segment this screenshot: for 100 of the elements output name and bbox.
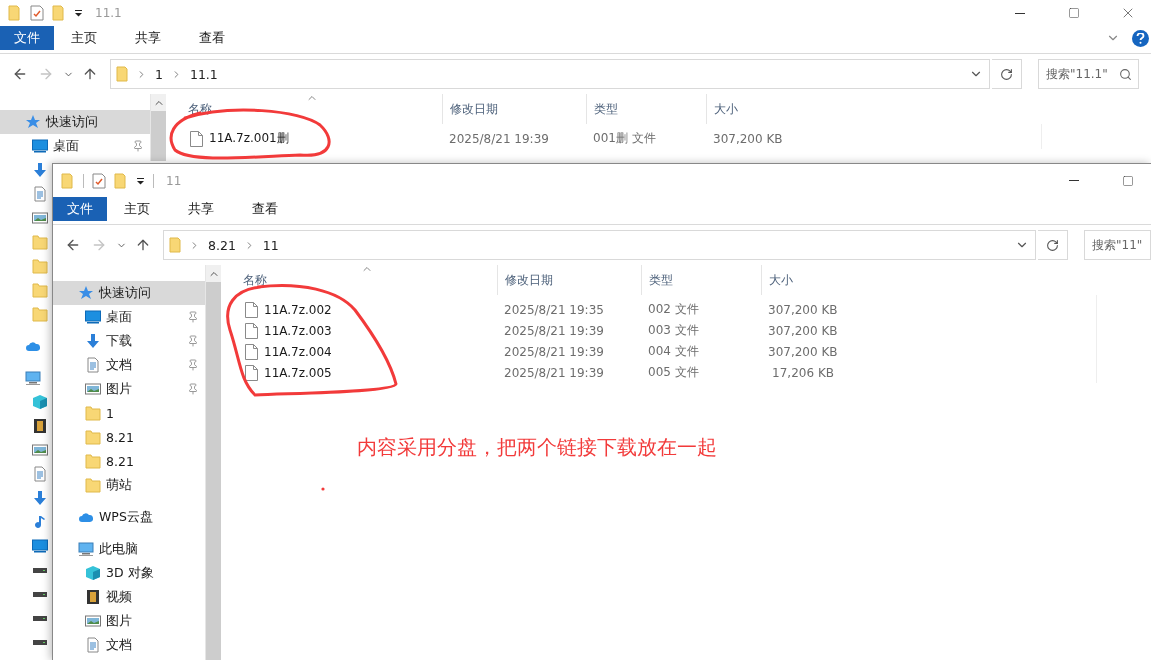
checked-document-icon[interactable]	[30, 5, 44, 21]
folder-icon[interactable]	[61, 172, 75, 189]
scrollbar[interactable]	[205, 265, 221, 660]
column-header[interactable]: 类型	[641, 265, 761, 295]
breadcrumb[interactable]: 11	[260, 237, 281, 253]
sidebar-item[interactable]: 视频	[53, 585, 205, 609]
sidebar-label: WPS云盘	[99, 508, 153, 526]
refresh-icon	[1046, 238, 1059, 252]
folder-icon	[85, 477, 101, 493]
size-cell-text: 17,206 KB	[771, 365, 835, 380]
ribbon-tab[interactable]: 主页	[111, 197, 163, 221]
column-header[interactable]: 修改日期	[497, 265, 641, 295]
scroll-up-button[interactable]	[206, 265, 221, 282]
folder-icon	[85, 429, 101, 445]
maximize-icon	[1122, 174, 1134, 187]
document-icon	[32, 186, 48, 202]
folder-icon	[85, 405, 101, 421]
folder-icon[interactable]	[52, 5, 66, 21]
ribbon-tab[interactable]: 查看	[239, 197, 291, 221]
cube-icon	[32, 394, 48, 410]
folder-icon	[116, 66, 130, 82]
music-note-icon	[32, 514, 48, 530]
address-bar[interactable]: 8.21 11	[163, 230, 1036, 260]
sidebar-label: 文档	[106, 636, 132, 654]
size-cell-text: 307,200 KB	[767, 344, 839, 359]
sidebar-item[interactable]: 此电脑	[53, 537, 205, 561]
folder-icon[interactable]	[114, 172, 128, 189]
ribbon-tab[interactable]: 共享	[122, 26, 174, 50]
sidebar-item[interactable]: 文档	[53, 633, 205, 657]
checked-document-icon[interactable]	[92, 172, 106, 189]
search-field[interactable]: 搜索"11.1"	[1038, 59, 1139, 89]
file-name-cell[interactable]: 11A.7z.004	[221, 343, 497, 360]
column-header[interactable]: 大小	[761, 265, 842, 295]
drive-icon	[32, 590, 48, 598]
sidebar-item[interactable]: 萌站	[53, 473, 205, 497]
sidebar-item[interactable]: 快速访问	[53, 281, 205, 305]
file-icon	[245, 322, 258, 339]
breadcrumb[interactable]: 11.1	[187, 66, 220, 82]
sidebar-item[interactable]: 文档	[53, 353, 205, 377]
scrollbar[interactable]	[150, 94, 166, 161]
sidebar-item[interactable]: 下载	[53, 329, 205, 353]
sidebar-item[interactable]: 3D 对象	[53, 561, 205, 585]
monitor-icon	[32, 538, 48, 554]
sidebar-item[interactable]: 8.21	[53, 425, 205, 449]
picture-icon	[32, 442, 48, 458]
refresh-button[interactable]	[992, 59, 1022, 89]
file-name-cell[interactable]: 11A.7z.001删	[166, 130, 442, 147]
sidebar-item[interactable]: 图片	[53, 609, 205, 633]
column-header[interactable]: 修改日期	[442, 94, 586, 124]
sidebar-item[interactable]: 快速访问	[0, 110, 150, 134]
forward-arrow-icon	[91, 237, 107, 253]
sidebar-label: 萌站	[106, 476, 132, 494]
dropdown-caret-icon[interactable]	[74, 9, 83, 17]
scroll-up-button[interactable]	[151, 94, 166, 111]
size-cell-text: 307,200 KB	[767, 323, 839, 338]
sidebar-label: 视频	[106, 588, 132, 606]
sidebar-label: 此电脑	[99, 540, 138, 558]
pin-icon	[187, 359, 199, 371]
ribbon-tab[interactable]: 文件	[0, 26, 54, 50]
ribbon-tab[interactable]: 查看	[186, 26, 238, 50]
folder-icon[interactable]	[8, 5, 22, 21]
sidebar-item[interactable]: 桌面	[53, 305, 205, 329]
column-header[interactable]: 大小	[706, 94, 787, 124]
annotation-text: 内容采用分盘，把两个链接下载放在一起	[357, 435, 717, 461]
sidebar-item[interactable]: 图片	[53, 377, 205, 401]
column-header[interactable]: 名称	[221, 265, 497, 295]
breadcrumb[interactable]: 1	[153, 66, 165, 82]
sidebar-label: 8.21	[106, 453, 134, 469]
document-icon	[85, 357, 101, 373]
ribbon-tab[interactable]: 共享	[175, 197, 227, 221]
help-icon[interactable]	[1132, 29, 1149, 47]
monitor-icon	[85, 309, 101, 325]
sidebar-label: 图片	[106, 380, 132, 398]
column-header[interactable]: 类型	[586, 94, 706, 124]
sidebar-item[interactable]: 8.21	[53, 449, 205, 473]
address-bar[interactable]: 1 11.1	[110, 59, 990, 89]
breadcrumb[interactable]: 8.21	[206, 237, 238, 253]
search-field[interactable]: 搜索"11"	[1084, 230, 1151, 260]
date-cell-text: 2025/8/21 19:39	[503, 344, 605, 359]
sidebar-item[interactable]: 1	[53, 401, 205, 425]
file-name-cell[interactable]: 11A.7z.005	[221, 364, 497, 381]
file-icon	[245, 364, 258, 381]
picture-icon	[85, 613, 101, 629]
back-arrow-icon	[65, 237, 81, 253]
dropdown-caret-icon[interactable]	[136, 176, 145, 185]
computer-icon	[78, 541, 94, 557]
sidebar-item[interactable]: WPS云盘	[53, 505, 205, 529]
file-name-cell[interactable]: 11A.7z.002	[221, 301, 497, 318]
file-icon	[245, 301, 258, 318]
document-icon	[32, 466, 48, 482]
sidebar-label: 8.21	[106, 429, 134, 445]
file-name-cell[interactable]: 11A.7z.003	[221, 322, 497, 339]
sidebar-item[interactable]: 桌面	[0, 134, 150, 158]
refresh-button[interactable]	[1038, 230, 1068, 260]
ribbon-tab[interactable]: 主页	[58, 26, 110, 50]
ribbon-tab[interactable]: 文件	[53, 197, 107, 221]
size-cell-text: 307,200 KB	[712, 131, 784, 146]
film-icon	[32, 418, 48, 434]
document-icon	[85, 637, 101, 653]
sidebar-label: 快速访问	[99, 284, 151, 302]
